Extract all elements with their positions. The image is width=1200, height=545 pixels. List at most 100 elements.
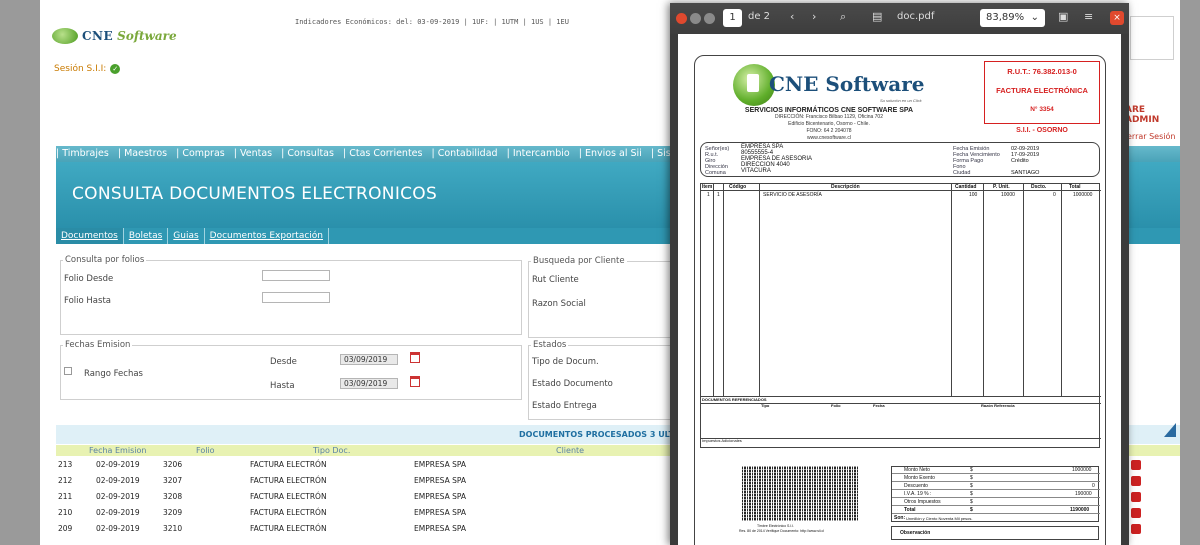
row-fecha: 02-09-2019 — [96, 460, 140, 469]
row-folio: 3206 — [163, 460, 183, 469]
pdf-icon[interactable] — [1131, 508, 1141, 518]
neto-currency: $ — [970, 467, 973, 473]
item-unit-price: 10000 — [1001, 192, 1015, 198]
receptor-box: Señor(es) R.u.t. Giro Dirección Comuna E… — [700, 142, 1100, 177]
row-fecha: 02-09-2019 — [96, 476, 140, 485]
app-logo[interactable]: CNE Software — [52, 26, 212, 46]
desde-label: Desde — [270, 357, 297, 367]
tab-documentos-exportacion[interactable]: Documentos Exportación — [205, 228, 329, 244]
logo-text: CNE — [82, 29, 114, 43]
label-ciudad: Ciudad — [953, 170, 971, 176]
total-row-otros: Otros Impuestos $ — [892, 499, 1100, 506]
receptor-values: EMPRESA SPA 80555555-4 EMPRESA DE ASESOR… — [741, 144, 812, 174]
next-page-icon[interactable]: › — [812, 10, 816, 23]
total-row-iva: I.V.A. 19 % : $ 190000 — [892, 491, 1100, 498]
receptor-values-2: 02-09-2019 17-09-2019 Crédito SANTIAGO — [1011, 146, 1039, 176]
total-row-neto: Monto Neto $ 1000000 — [892, 467, 1100, 474]
sesion-sii: Sesión S.I.I: ✓ — [54, 64, 121, 74]
exento-label: Monto Exento — [904, 475, 935, 481]
iva-value: 190000 — [1075, 491, 1092, 497]
search-icon[interactable]: ⌕ — [840, 10, 846, 24]
pdf-icon[interactable] — [1131, 460, 1141, 470]
total-currency: $ — [970, 507, 973, 513]
nav-timbrajes[interactable]: | Timbrajes — [56, 148, 109, 159]
iva-label: I.V.A. 19 % : — [904, 491, 932, 497]
busqueda-cliente-group: Busqueda por Cliente — [528, 256, 678, 338]
numero-documento: N° 3354 — [1030, 106, 1054, 113]
estados-legend: Estados — [533, 340, 567, 350]
imp-title: Impuestos Adicionales — [702, 438, 742, 443]
row-fecha: 02-09-2019 — [96, 524, 140, 533]
row-folio: 3210 — [163, 524, 183, 533]
nav-consultas[interactable]: | Consultas — [281, 148, 334, 159]
nav-ctas-corrientes[interactable]: | Ctas Corrientes — [343, 148, 422, 159]
tab-guias[interactable]: Guias — [168, 228, 205, 244]
emisor-edificio: Edificio Bicentenario, Osorno - Chile. — [788, 121, 870, 127]
neto-value: 1000000 — [1072, 467, 1092, 473]
value-ciudad: SANTIAGO — [1011, 170, 1040, 176]
col-fecha-emision[interactable]: Fecha Emision — [89, 445, 146, 456]
ref-col-fecha: Fecha — [873, 403, 885, 408]
maximize-icon[interactable] — [704, 13, 715, 24]
tab-boletas[interactable]: Boletas — [124, 228, 169, 244]
col-divider — [759, 184, 760, 396]
col-divider — [723, 184, 724, 396]
viewer-toolbar: 1 de 2 ‹ › ⌕ ▤ doc.pdf 83,89% ⌄ ▣ ≡ ⨯ — [670, 3, 1129, 34]
document-icon[interactable]: ▤ — [872, 10, 882, 23]
observacion-box: Observación — [891, 526, 1099, 540]
nav-compras[interactable]: | Compras — [176, 148, 225, 159]
folio-hasta-input[interactable] — [262, 292, 330, 303]
zoom-select[interactable]: 83,89% ⌄ — [980, 9, 1045, 27]
busqueda-cliente-legend: Busqueda por Cliente — [533, 256, 625, 266]
folio-desde-input[interactable] — [262, 270, 330, 281]
rango-fechas-checkbox[interactable] — [64, 367, 72, 375]
calendar-icon[interactable] — [410, 352, 420, 363]
file-name: doc.pdf — [897, 11, 935, 22]
logout-link[interactable]: errar Sesión — [1127, 132, 1175, 141]
fecha-hasta-input[interactable]: 03/09/2019 — [340, 378, 398, 389]
totals-box: Monto Neto $ 1000000 Monto Exento $ Desc… — [891, 466, 1100, 522]
descuento-currency: $ — [970, 483, 973, 489]
page-number-input[interactable]: 1 — [723, 9, 742, 27]
col-tipo-doc[interactable]: Tipo Doc. — [313, 445, 350, 456]
prev-page-icon[interactable]: ‹ — [790, 10, 794, 23]
nav-envios-sii[interactable]: | Envios al Sii — [579, 148, 642, 159]
menu-icon[interactable]: ≡ — [1084, 10, 1093, 23]
row-tipo: FACTURA ELECTRÓN — [250, 492, 327, 501]
items-header-line — [701, 190, 1101, 191]
page-total: de 2 — [748, 11, 771, 22]
row-tipo: FACTURA ELECTRÓN — [250, 508, 327, 517]
close-icon[interactable] — [676, 13, 687, 24]
items-col-item: Item — [702, 184, 713, 190]
nav-ventas[interactable]: | Ventas — [234, 148, 272, 159]
download-icon[interactable]: ▣ — [1058, 10, 1068, 23]
otros-label: Otros Impuestos — [904, 499, 941, 505]
neto-label: Monto Neto — [904, 467, 930, 473]
col-folio[interactable]: Folio — [196, 445, 215, 456]
invoice-document: CNE Software Su solución en un Click SER… — [694, 55, 1106, 545]
items-col-dscto: Dscto. — [1031, 184, 1047, 190]
exit-icon[interactable]: ⨯ — [1110, 11, 1124, 25]
item-number: 1 — [707, 192, 710, 198]
row-number: 210 — [58, 508, 73, 517]
pdf-icon[interactable] — [1131, 524, 1141, 534]
nav-maestros[interactable]: | Maestros — [118, 148, 167, 159]
folio-hasta-label: Folio Hasta — [64, 296, 111, 306]
pdf-icon[interactable] — [1131, 492, 1141, 502]
nav-intercambio[interactable]: | Intercambio — [507, 148, 570, 159]
nav-contabilidad[interactable]: | Contabilidad — [432, 148, 498, 159]
son-text: Unmillón y Ciento Noventa Mil pesos. — [906, 516, 973, 521]
total-row-descuento: Descuento $ 0 — [892, 483, 1100, 490]
descuento-label: Descuento — [904, 483, 928, 489]
col-cliente[interactable]: Cliente — [556, 445, 584, 456]
emisor-direccion: DIRECCIÓN: Francisco Bilbao 1129, Oficin… — [774, 114, 883, 120]
pdf-icon[interactable] — [1131, 476, 1141, 486]
fecha-desde-input[interactable]: 03/09/2019 — [340, 354, 398, 365]
calendar-icon[interactable] — [410, 376, 420, 387]
table-title: DOCUMENTOS PROCESADOS 3 ULTIM — [519, 430, 685, 439]
total-row-exento: Monto Exento $ — [892, 475, 1100, 482]
minimize-icon[interactable] — [690, 13, 701, 24]
tab-documentos[interactable]: Documentos — [56, 228, 124, 244]
zoom-value: 83,89% — [986, 12, 1025, 23]
timbre-barcode — [742, 466, 859, 521]
